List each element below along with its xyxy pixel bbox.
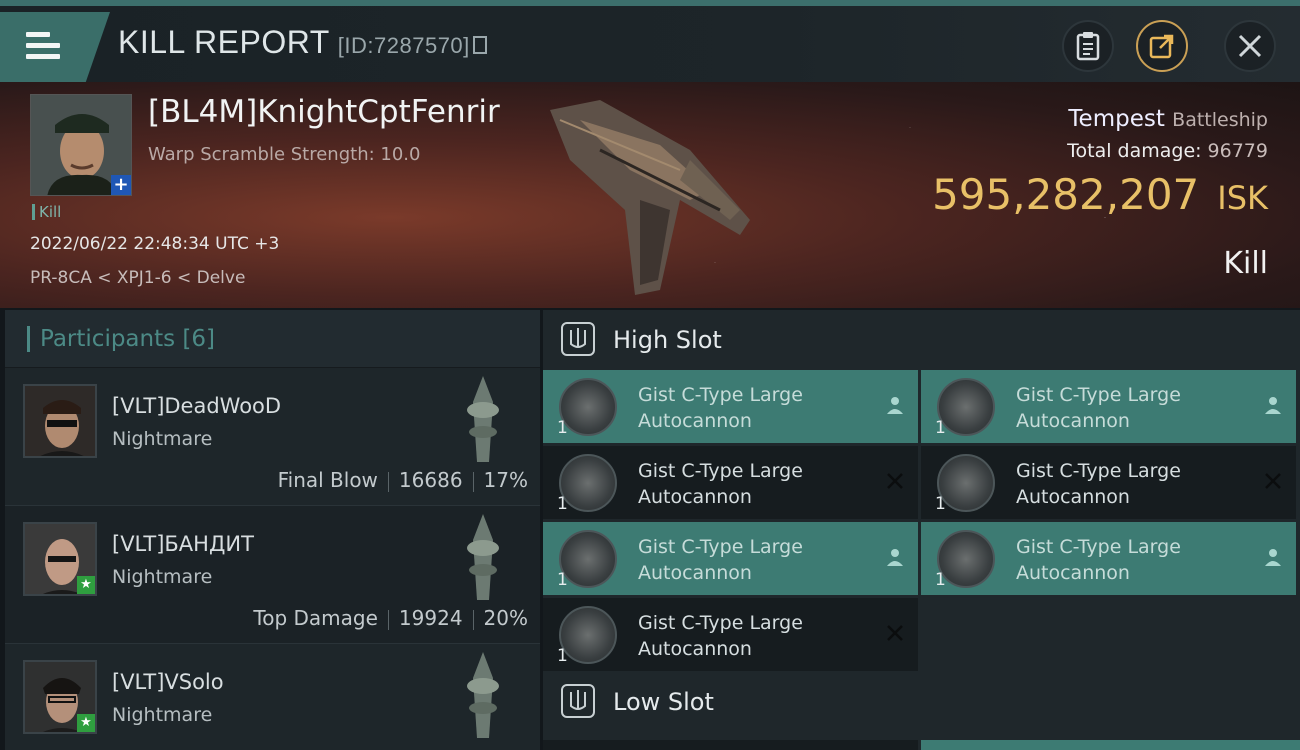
dropped-person-icon — [1265, 549, 1281, 566]
module-quantity: 1 — [557, 418, 568, 438]
participants-count: [6] — [182, 326, 216, 352]
clipboard-icon — [1076, 32, 1100, 61]
high-slot-icon — [561, 322, 595, 356]
dropped-person-icon — [887, 549, 903, 566]
low-slot-module-partial[interactable] — [543, 740, 918, 750]
ship-name[interactable]: Tempest — [1068, 106, 1164, 132]
share-icon — [1149, 34, 1174, 59]
header-bar: KILL REPORT [ID:7287570] — [0, 6, 1300, 82]
participant-row[interactable]: [VLT]DeadWooD Nightmare Final Blow 16686 1… — [5, 368, 540, 506]
participant-name: [VLT]БАНДИТ — [112, 532, 254, 556]
participant-avatar[interactable] — [23, 384, 97, 458]
victim-portrait[interactable]: + — [30, 94, 132, 196]
victim-name[interactable]: [BL4M]KnightCptFenrir — [148, 94, 500, 130]
module-quantity: 1 — [557, 494, 568, 514]
participant-ship: Nightmare — [112, 704, 213, 726]
hamburger-icon — [26, 32, 60, 60]
total-damage: Total damage: 96779 — [1067, 140, 1268, 162]
participant-ship: Nightmare — [112, 566, 213, 588]
participant-row[interactable]: ★ [VLT]БАНДИТ Nightmare Top Damage 19924 2… — [5, 506, 540, 644]
menu-button[interactable] — [0, 12, 110, 82]
close-button[interactable] — [1224, 20, 1276, 72]
module-quantity: 1 — [935, 494, 946, 514]
participant-percent: 17% — [483, 468, 528, 492]
isk-unit: ISK — [1217, 179, 1268, 217]
isk-value: 595,282,207 ISK — [932, 170, 1268, 219]
victim-ship: Tempest Battleship — [1068, 106, 1268, 132]
participant-ship: Nightmare — [112, 428, 213, 450]
dropped-person-icon — [1265, 397, 1281, 414]
module-quantity: 1 — [557, 570, 568, 590]
result-label: Kill — [1223, 246, 1268, 281]
participant-stats: Top Damage 19924 20% — [253, 606, 528, 630]
module-name: Gist C-Type Large Autocannon — [638, 536, 803, 584]
module-slot[interactable]: 1 Gist C-Type Large Autocannon — [921, 446, 1296, 519]
participant-ship-image — [467, 514, 499, 600]
total-damage-value: 96779 — [1207, 140, 1268, 162]
dropped-person-icon — [887, 397, 903, 414]
kill-location[interactable]: PR-8CA < XPJ1-6 < Delve — [30, 268, 245, 288]
kill-tag: Kill — [32, 204, 61, 220]
participant-row[interactable]: ★ [VLT]VSolo Nightmare — [5, 644, 540, 750]
low-slot-module-partial[interactable] — [921, 740, 1300, 750]
victim-banner: + [BL4M]KnightCptFenrir Warp Scramble St… — [0, 82, 1300, 308]
fitting-panel: High Slot 1 Gist C-Type Large Autocannon… — [543, 310, 1300, 750]
warp-scramble-strength: Warp Scramble Strength: 10.0 — [148, 144, 421, 165]
low-slot-icon — [561, 684, 595, 718]
destroyed-x-icon — [887, 473, 903, 489]
module-name: Gist C-Type Large Autocannon — [1016, 536, 1181, 584]
participants-title-text: Participants — [40, 326, 176, 352]
participant-avatar[interactable]: ★ — [23, 522, 97, 596]
star-icon: ★ — [77, 576, 95, 594]
destroyed-x-icon — [1265, 473, 1281, 489]
page-title: KILL REPORT [ID:7287570] — [118, 24, 487, 61]
participant-ship-image — [467, 652, 499, 738]
module-slot[interactable]: 1 Gist C-Type Large Autocannon — [543, 370, 918, 443]
participants-panel: Participants [6] [VLT]DeadWooD Nightmare… — [5, 310, 540, 750]
participant-damage: 19924 — [398, 606, 463, 630]
module-slot[interactable]: 1 Gist C-Type Large Autocannon — [543, 446, 918, 519]
star-icon: ★ — [77, 714, 95, 732]
participants-header: Participants [6] — [5, 310, 540, 368]
total-damage-label: Total damage: — [1067, 140, 1202, 162]
participants-title: Participants [6] — [27, 326, 215, 352]
module-quantity: 1 — [935, 570, 946, 590]
module-quantity: 1 — [557, 646, 568, 666]
participant-ship-image — [467, 376, 499, 462]
high-slot-title: High Slot — [613, 326, 722, 354]
module-name: Gist C-Type Large Autocannon — [638, 612, 803, 660]
clipboard-button[interactable] — [1062, 20, 1114, 72]
copy-id-icon[interactable] — [472, 35, 487, 54]
title-text: KILL REPORT — [118, 24, 330, 60]
module-name: Gist C-Type Large Autocannon — [1016, 460, 1181, 508]
ship-class: Battleship — [1172, 109, 1268, 131]
participant-tag: Final Blow — [277, 468, 378, 492]
participant-name: [VLT]VSolo — [112, 670, 224, 694]
add-contact-icon[interactable]: + — [111, 175, 131, 195]
module-quantity: 1 — [935, 418, 946, 438]
module-slot[interactable]: 1 Gist C-Type Large Autocannon — [543, 598, 918, 671]
low-slot-header: Low Slot — [543, 672, 1300, 732]
share-button[interactable] — [1136, 20, 1188, 72]
victim-ship-image — [550, 100, 750, 295]
module-slot[interactable]: 1 Gist C-Type Large Autocannon — [921, 522, 1296, 595]
participant-damage: 16686 — [398, 468, 463, 492]
report-id: [ID:7287570] — [337, 33, 470, 58]
participant-percent: 20% — [483, 606, 528, 630]
module-name: Gist C-Type Large Autocannon — [638, 384, 803, 432]
destroyed-x-icon — [887, 625, 903, 641]
module-slot[interactable]: 1 Gist C-Type Large Autocannon — [921, 370, 1296, 443]
module-slot[interactable]: 1 Gist C-Type Large Autocannon — [543, 522, 918, 595]
participant-stats: Final Blow 16686 17% — [278, 468, 528, 492]
participant-tag: Top Damage — [253, 606, 378, 630]
isk-amount: 595,282,207 — [932, 170, 1200, 219]
participant-avatar[interactable]: ★ — [23, 660, 97, 734]
high-slot-header: High Slot — [543, 310, 1300, 370]
low-slot-title: Low Slot — [613, 688, 714, 716]
close-icon — [1238, 34, 1262, 58]
module-name: Gist C-Type Large Autocannon — [638, 460, 803, 508]
module-name: Gist C-Type Large Autocannon — [1016, 384, 1181, 432]
kill-datetime: 2022/06/22 22:48:34 UTC +3 — [30, 234, 280, 254]
participant-name: [VLT]DeadWooD — [112, 394, 282, 418]
